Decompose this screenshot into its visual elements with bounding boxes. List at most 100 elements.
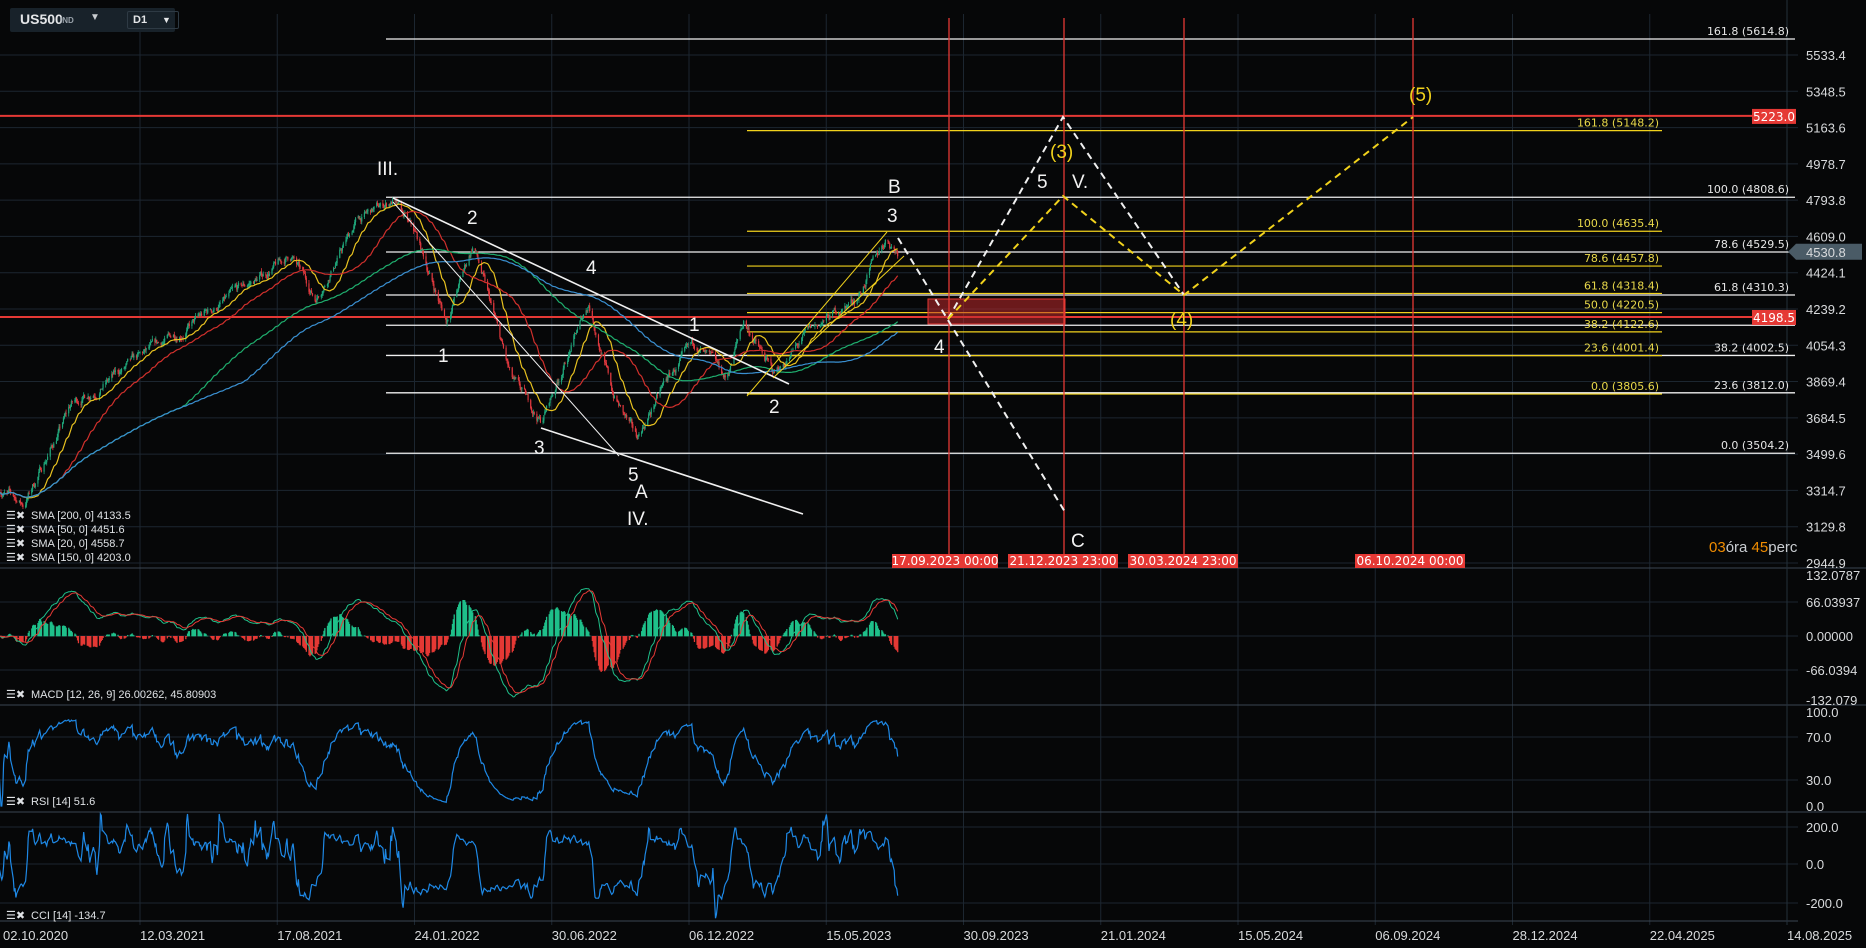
macd-histogram-bar — [521, 632, 523, 637]
timeframe-select[interactable]: D1 ▼ — [127, 11, 179, 29]
price-line-label: 5223.0 — [1753, 110, 1795, 124]
fib-level-label: 0.0 (3805.6) — [1591, 380, 1659, 393]
legend-macd[interactable]: ☰✖ MACD [12, 26, 9] 26.00262, 45.80903 — [6, 689, 216, 701]
trendline-upper[interactable] — [392, 197, 790, 385]
candle — [280, 259, 282, 264]
candle — [39, 466, 42, 471]
wave-label: IV. — [627, 509, 649, 530]
candle — [548, 402, 550, 408]
candle — [422, 249, 424, 260]
candle — [268, 271, 270, 277]
trendline-lower[interactable] — [540, 427, 804, 515]
candle — [499, 322, 501, 340]
candle — [655, 392, 658, 401]
legend-rsi[interactable]: ☰✖ RSI [14] 51.6 — [6, 796, 95, 808]
macd-histogram-bar — [729, 636, 732, 639]
candle — [363, 209, 365, 220]
candle — [443, 308, 446, 318]
candle — [706, 349, 708, 353]
candle — [501, 338, 504, 345]
time-marker-label: 06.10.2024 00:00 — [1356, 554, 1463, 568]
price-axis-label: 5163.6 — [1806, 121, 1846, 136]
candle — [37, 476, 39, 487]
macd-histogram-bar — [829, 636, 831, 638]
wave-label: 2 — [769, 397, 780, 418]
candle — [210, 309, 212, 314]
candle — [798, 340, 800, 348]
chart-canvas[interactable]: 161.8 (5614.8) 100.0 (4808.6) 78.6 (4529.5… — [0, 0, 1866, 948]
channel-line-lower[interactable] — [746, 231, 888, 397]
candle — [888, 240, 890, 244]
projection-b-to-c[interactable] — [897, 237, 1066, 513]
time-marker-label: 30.03.2024 23:00 — [1129, 554, 1236, 568]
svg-text:☰✖: ☰✖ — [6, 524, 25, 536]
legend-text: CCI [14] -134.7 — [31, 910, 106, 922]
fib-level-label: 61.8 (4318.4) — [1584, 279, 1659, 292]
macd-histogram-bar — [595, 636, 597, 661]
macd-histogram-bar — [287, 636, 289, 638]
candle — [684, 346, 686, 353]
candle — [255, 276, 257, 283]
macd-histogram-bar — [693, 636, 696, 642]
macd-histogram-bar — [755, 636, 757, 647]
candle — [626, 413, 628, 420]
fib-level-label: 23.6 (4001.4) — [1584, 342, 1659, 355]
countdown-minutes-unit: perc — [1768, 539, 1798, 556]
fib-level-label: 38.2 (4002.5) — [1714, 341, 1789, 354]
macd-histogram-bar — [589, 635, 591, 637]
macd-histogram-bar — [83, 636, 86, 645]
macd-axis-label: -66.0394 — [1806, 663, 1857, 678]
timeframe-value: D1 — [133, 14, 148, 26]
symbol-selector[interactable]: US500 IND ▼ D1 ▼ — [10, 8, 179, 32]
macd-histogram-bar — [582, 626, 585, 637]
countdown-hours-unit: óra — [1725, 539, 1748, 556]
macd-histogram-bar — [244, 636, 246, 641]
projection-yellow-path[interactable] — [947, 116, 1414, 320]
candle — [589, 302, 591, 313]
candle — [166, 334, 168, 339]
candle — [311, 292, 314, 297]
price-axis-label: 3684.5 — [1806, 411, 1846, 426]
fib-level-label: 38.2 (4122.6) — [1584, 318, 1659, 331]
macd-histogram-bar — [878, 629, 880, 637]
macd-histogram-bar — [786, 629, 788, 637]
macd-histogram-bar — [730, 634, 733, 637]
date-axis-label: 15.05.2024 — [1238, 928, 1303, 943]
candle — [527, 392, 529, 403]
legend-text: MACD [12, 26, 9] 26.00262, 45.80903 — [31, 689, 216, 701]
candle — [558, 378, 560, 386]
macd-histogram-bar — [324, 628, 326, 637]
fibonacci-drawings[interactable]: 161.8 (5614.8) 100.0 (4808.6) 78.6 (4529.5… — [386, 25, 1795, 454]
candle — [157, 341, 160, 344]
countdown-hours: 03 — [1709, 539, 1726, 556]
fib-level-label: 161.8 (5148.2) — [1577, 117, 1659, 130]
macd-histogram-bar — [681, 628, 683, 637]
candle — [414, 228, 417, 233]
macd-histogram-bar — [422, 636, 425, 653]
candle — [531, 410, 534, 418]
legend-sma20[interactable]: ☰✖ SMA [20, 0] 4558.7 — [6, 538, 125, 550]
legend-sma50[interactable]: ☰✖ SMA [50, 0] 4451.6 — [6, 524, 125, 536]
legend-cci[interactable]: ☰✖ CCI [14] -134.7 — [6, 910, 106, 922]
macd-histogram-bar — [385, 636, 388, 645]
fib-level-label: 100.0 (4808.6) — [1707, 183, 1789, 196]
legend-sma200[interactable]: ☰✖ SMA [200, 0] 4133.5 — [6, 510, 131, 522]
wave-label: V. — [1072, 172, 1088, 193]
svg-text:☰✖: ☰✖ — [6, 510, 25, 522]
macd-axis-label: 132.0787 — [1806, 568, 1860, 583]
price-line-label: 4198.5 — [1753, 311, 1795, 325]
candle — [829, 312, 831, 320]
symbol-dropdown-icon[interactable]: ▼ — [90, 12, 100, 23]
date-axis-label: 02.10.2020 — [3, 928, 68, 943]
candle — [610, 372, 612, 386]
price-axis-label: 3869.4 — [1806, 375, 1846, 390]
legend-sma150[interactable]: ☰✖ SMA [150, 0] 4203.0 — [6, 552, 131, 564]
candle — [296, 256, 298, 268]
price-axis-label: 4978.7 — [1806, 157, 1846, 172]
candle — [889, 242, 891, 250]
macd-histogram-bar — [151, 635, 154, 637]
candle — [53, 441, 55, 448]
time-markers[interactable] — [948, 18, 1414, 563]
rsi-axis-label: 100.0 — [1806, 705, 1839, 720]
time-marker-label: 21.12.2023 23:00 — [1009, 554, 1116, 568]
